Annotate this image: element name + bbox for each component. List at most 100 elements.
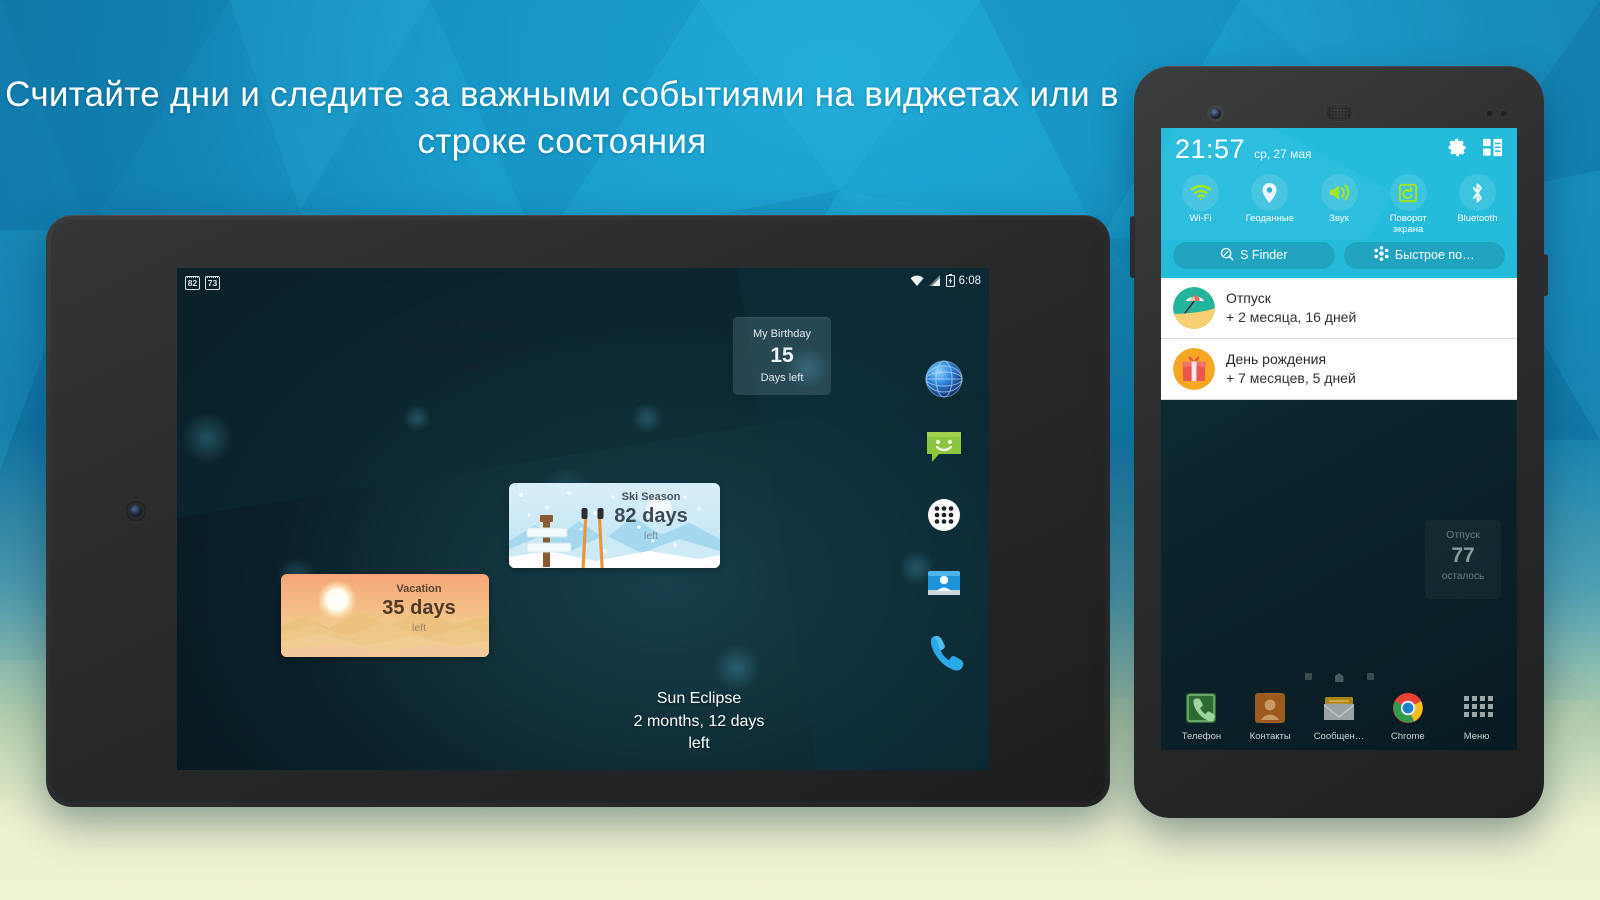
chrome-icon (1389, 689, 1427, 727)
dock-label: Сообщен… (1313, 731, 1365, 742)
widget-title: Sun Eclipse (656, 690, 742, 707)
signal-icon (928, 275, 941, 286)
apps-grid-icon (1458, 689, 1496, 727)
widget-vacation[interactable]: Vacation 35 days left (281, 574, 489, 657)
dock-item-contacts[interactable]: Контакты (1236, 689, 1305, 742)
contacts-icon (1251, 689, 1289, 727)
widget-sun-eclipse-top[interactable]: Sun Eclipse 2 months, 12 days left (371, 314, 567, 380)
widget-value: 15 (770, 344, 794, 367)
phone-home-widget-vacation[interactable]: Отпуск 77 осталось (1425, 520, 1501, 599)
dock-item-menu[interactable]: Меню (1442, 689, 1511, 742)
battery-charging-icon (945, 274, 955, 288)
panel-grid-icon[interactable] (1482, 137, 1503, 163)
widget-suffix: left (688, 735, 710, 753)
wifi-icon (910, 275, 924, 286)
widget-title: Отпуск (1446, 529, 1480, 541)
dock-label: Телефон (1181, 731, 1222, 742)
countdown-badge-1: 82 (185, 276, 200, 290)
power-button[interactable] (1543, 254, 1548, 296)
widget-suffix: left (458, 360, 480, 377)
notification-panel: 21:57 ср, 27 мая (1161, 128, 1517, 400)
toggle-wifi[interactable]: Wi-Fi (1166, 174, 1235, 236)
tablet-dock (921, 356, 973, 696)
toggle-label: Звук (1329, 213, 1349, 224)
toggle-sound[interactable]: Звук (1304, 174, 1373, 236)
sound-icon (1320, 174, 1358, 211)
dock-item-messages[interactable]: Сообщен… (1305, 689, 1374, 742)
page-dot[interactable] (1304, 673, 1312, 680)
toggle-bluetooth[interactable]: Bluetooth (1443, 174, 1512, 236)
tablet-bezel: 82 73 6:08 Sun Eclipse 2 months, 12 days… (51, 220, 1105, 802)
volume-button[interactable] (1130, 216, 1135, 278)
home-page-indicator (1161, 673, 1517, 682)
dock-item-messaging[interactable] (921, 424, 973, 488)
dock-label: Chrome (1390, 731, 1425, 742)
screen-rotate-icon (1389, 174, 1427, 211)
widget-title: Sun Eclipse (428, 316, 510, 333)
dock-label: Меню (1463, 731, 1490, 742)
quick-button-label: S Finder (1240, 248, 1288, 263)
dock-item-contacts[interactable] (921, 560, 973, 624)
widget-suffix: Days left (760, 372, 804, 384)
earpiece-speaker-icon (1325, 104, 1353, 122)
tablet-device: 82 73 6:08 Sun Eclipse 2 months, 12 days… (46, 215, 1110, 807)
toggle-location[interactable]: Геоданные (1235, 174, 1304, 236)
tablet-status-right: 6:08 (910, 274, 981, 288)
quick-connect-button[interactable]: Быстрое по… (1343, 241, 1505, 269)
toggle-label: Геоданные (1245, 213, 1294, 224)
dock-item-phone[interactable]: Телефон (1167, 689, 1236, 742)
quick-toggles: Wi-Fi Геоданные Звук Поворот экрана Blue… (1161, 167, 1517, 240)
gift-icon (1173, 347, 1215, 390)
widget-ski-season[interactable]: Ski Season 82 days left (509, 483, 720, 568)
dock-item-chrome[interactable]: Chrome (1373, 689, 1442, 742)
widget-sun-eclipse-bottom[interactable]: Sun Eclipse 2 months, 12 days left (597, 688, 801, 756)
widget-label: Vacation 35 days left (357, 583, 481, 634)
gear-icon[interactable] (1447, 137, 1468, 163)
app-drawer-icon (928, 499, 960, 531)
widget-title: Vacation (396, 583, 442, 595)
dock-item-app-drawer[interactable] (921, 492, 973, 556)
tablet-front-camera-icon (130, 505, 142, 517)
dock-item-browser[interactable] (921, 356, 973, 420)
tablet-status-bar: 82 73 6:08 (177, 268, 989, 296)
widget-my-birthday[interactable]: My Birthday 15 Days left (733, 317, 831, 395)
toggle-label: Wi-Fi (1189, 213, 1212, 224)
phone-screen[interactable]: Отпуск 77 осталось Телефон Контакты Сооб… (1161, 128, 1517, 750)
light-sensor-icon (1501, 111, 1506, 116)
wifi-icon (1182, 174, 1220, 211)
quick-connect-icon (1374, 246, 1389, 264)
widget-value: 35 days (382, 597, 456, 619)
messages-icon (1320, 689, 1358, 727)
front-camera-icon (1210, 108, 1221, 119)
toggle-screen-rotation[interactable]: Поворот экрана (1374, 174, 1443, 236)
dock-item-phone[interactable] (921, 628, 973, 692)
proximity-sensor-icon (1487, 111, 1492, 116)
browser-icon (925, 360, 963, 398)
dock-label: Контакты (1249, 731, 1291, 742)
phone-icon (1182, 689, 1220, 727)
contacts-icon (928, 571, 960, 595)
countdown-badge-2: 73 (205, 276, 220, 290)
widget-value: 82 days (614, 505, 688, 527)
widget-suffix: осталось (1441, 571, 1485, 582)
widget-suffix: left (411, 622, 426, 634)
toggle-label: Bluetooth (1457, 213, 1498, 224)
widget-value: 2 months, 12 days (633, 712, 765, 730)
phone-icon (930, 636, 964, 671)
quick-button-label: Быстрое по… (1394, 248, 1475, 263)
page-dot[interactable] (1366, 673, 1374, 680)
messaging-icon (927, 432, 961, 462)
tablet-screen[interactable]: 82 73 6:08 Sun Eclipse 2 months, 12 days… (177, 268, 989, 770)
beach-umbrella-icon (1173, 286, 1215, 329)
phone-device: Отпуск 77 осталось Телефон Контакты Сооб… (1130, 66, 1548, 818)
widget-suffix: left (643, 530, 658, 542)
widget-value: 77 (1451, 544, 1475, 567)
search-circle-icon (1220, 247, 1234, 264)
quick-buttons-row: S Finder Быстрое по… (1161, 239, 1517, 278)
toggle-label: Поворот экрана (1389, 213, 1427, 235)
home-page-dot[interactable] (1334, 673, 1344, 682)
s-finder-button[interactable]: S Finder (1173, 241, 1335, 269)
location-pin-icon (1251, 174, 1289, 211)
widget-title: My Birthday (752, 328, 812, 340)
bluetooth-icon (1458, 174, 1496, 211)
